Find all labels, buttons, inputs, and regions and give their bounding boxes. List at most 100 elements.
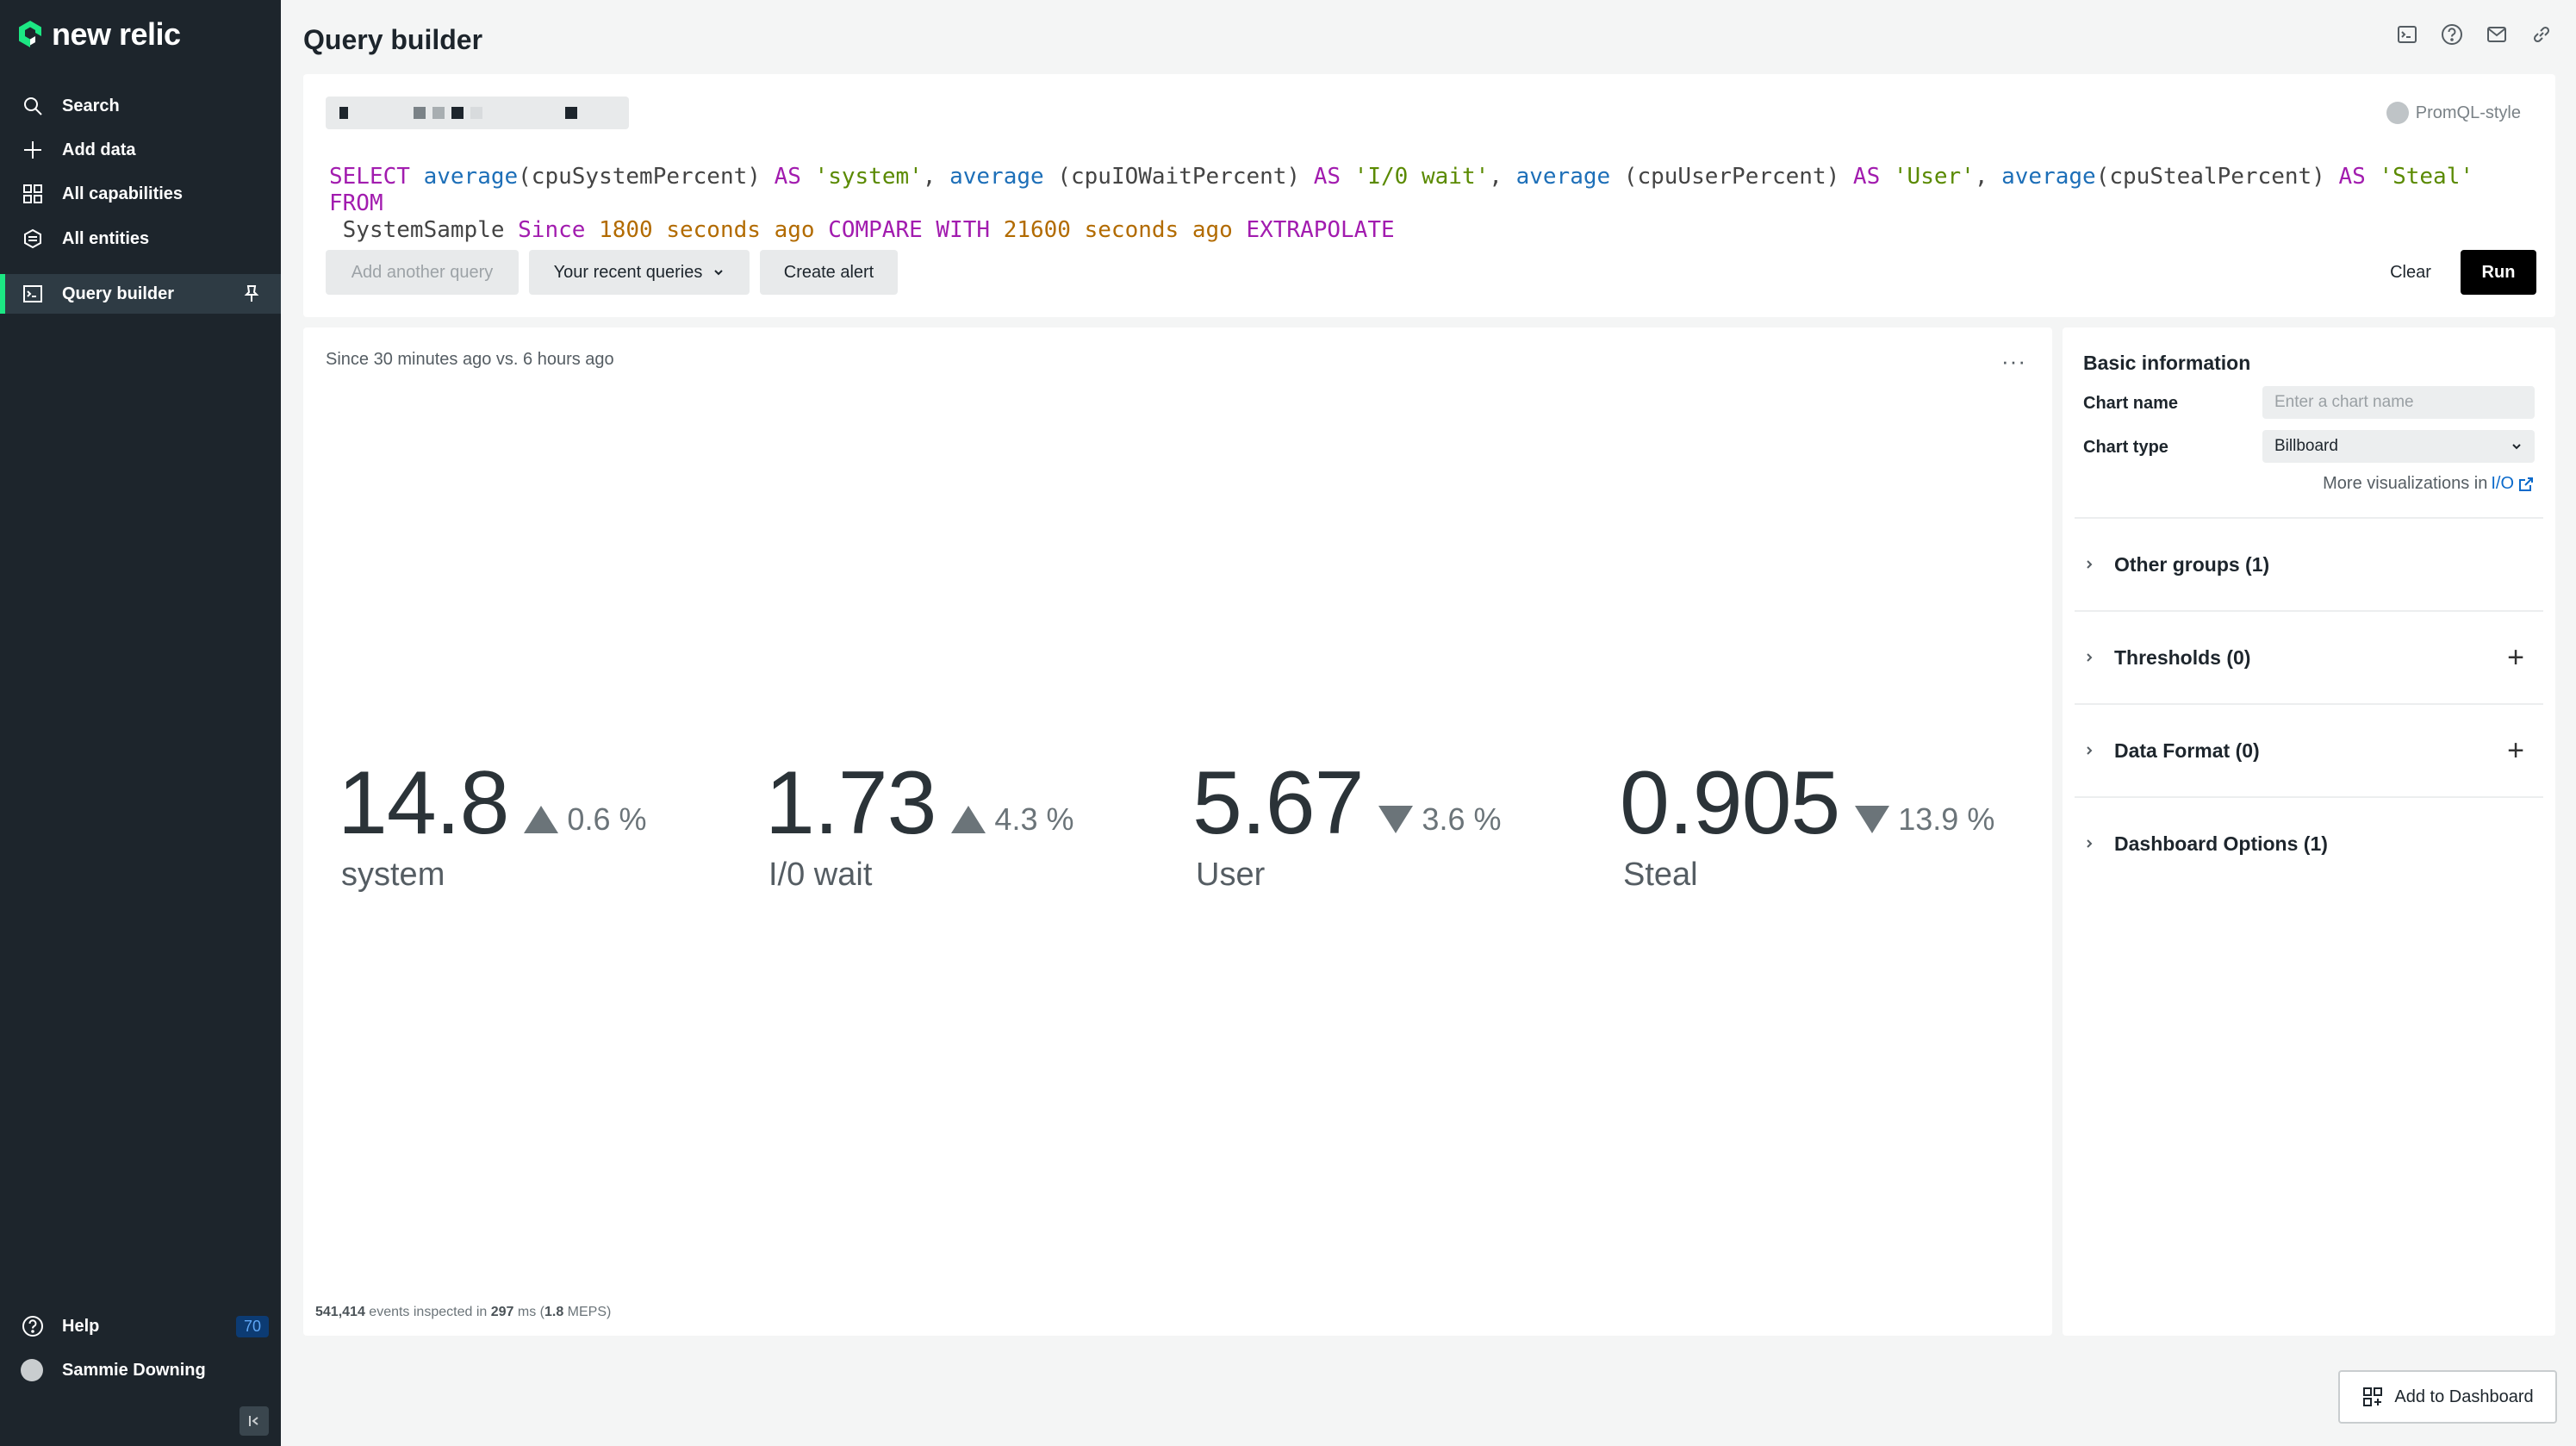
metric-change-percent: 3.6 % [1422,801,1502,837]
sidebar-item-label: Query builder [62,284,175,303]
new-relic-logo[interactable]: new relic [17,16,181,53]
new-relic-logo-icon [19,21,41,47]
nrql-token: AS [1313,164,1354,190]
nrql-token: , [1489,164,1516,190]
nrql-token: EXTRAPOLATE [1246,217,1395,243]
metric-label: Steal [1623,857,1698,893]
more-options-icon[interactable]: ··· [2001,348,2026,375]
promql-style-toggle[interactable]: PromQL-style [2386,102,2521,124]
triangle-down-icon [1378,806,1414,833]
redacted-block [432,107,445,119]
sidebar-item-user[interactable]: Sammie Downing [0,1350,281,1390]
nrql-token: average [423,164,519,190]
create-alert-button[interactable]: Create alert [760,250,898,295]
billboard-row: 0.905 13.9 % [1620,758,1994,848]
metric-value: 5.67 [1192,753,1364,853]
help-icon[interactable] [2438,21,2466,48]
nrql-token: (cpuStealPercent) [2095,164,2339,190]
metric-value: 14.8 [338,753,509,853]
sidebar-item-all-capabilities[interactable]: All capabilities [0,174,281,214]
metric-value: 1.73 [765,753,936,853]
chart-type-label: Chart type [2083,438,2168,457]
add-threshold-icon[interactable]: + [2507,641,2524,675]
sidebar-item-all-entities[interactable]: All entities [0,219,281,259]
avatar [21,1359,43,1381]
mail-icon[interactable] [2483,21,2511,48]
chevron-down-icon [714,270,724,276]
meps-text: MEPS) [563,1305,612,1319]
chart-type-value: Billboard [2274,437,2338,455]
io-link[interactable]: I/O [2491,474,2514,494]
collapse-sidebar-button[interactable] [240,1406,269,1436]
group-label: Thresholds (0) [2114,645,2251,669]
redacted-block [339,107,348,119]
nrql-token: 21600 seconds ago [1003,217,1247,243]
sidebar-item-search[interactable]: Search [0,86,281,126]
dashboard-options-section[interactable]: Dashboard Options (1) [2075,796,2543,889]
chart-card: Since 30 minutes ago vs. 6 hours ago ···… [303,327,2052,1336]
metric-change: 0.6 % [524,801,646,838]
group-label: Data Format (0) [2114,739,2260,762]
nrql-token: Since [518,217,600,243]
link-icon[interactable] [2528,21,2555,48]
billboard-metric: 0.905 13.9 % Steal [1620,758,1994,894]
query-stats: 541,414 events inspected in 297 ms (1.8 … [315,1305,611,1320]
page-title: Query builder [303,24,483,55]
entities-icon [21,227,45,251]
more-visualizations: More visualizations in I/O [2323,474,2535,494]
add-to-dashboard-button[interactable]: Add to Dashboard [2338,1370,2557,1424]
nrql-token: 'Steal' [2379,164,2474,190]
thresholds-section[interactable]: Thresholds (0) + [2075,610,2543,703]
clear-button[interactable]: Clear [2374,250,2447,295]
data-format-section[interactable]: Data Format (0) + [2075,703,2543,796]
add-another-query-button[interactable]: Add another query [326,250,519,295]
chart-name-input[interactable]: Enter a chart name [2262,386,2535,419]
metric-label: I/0 wait [768,857,873,893]
sidebar-item-label: Help [62,1316,100,1336]
run-button[interactable]: Run [2461,250,2536,295]
add-data-format-icon[interactable]: + [2507,734,2524,768]
metric-value: 0.905 [1620,753,1840,853]
query-duration: 297 [490,1305,514,1319]
recent-queries-dropdown[interactable]: Your recent queries [529,250,750,295]
basic-information-title: Basic information [2083,352,2251,374]
group-label: Other groups (1) [2114,552,2270,576]
meps-value: 1.8 [544,1305,564,1319]
user-name: Sammie Downing [62,1360,206,1380]
events-text: events inspected in [364,1305,491,1319]
chart-config-panel: Basic information Chart name Enter a cha… [2063,327,2555,1336]
sidebar-item-label: Search [62,96,120,115]
external-link-icon[interactable] [2517,476,2535,493]
pin-icon[interactable] [240,282,264,306]
chevron-right-icon [2083,745,2100,757]
header-actions [2393,21,2555,48]
nrql-token: 1800 seconds ago [599,217,829,243]
sidebar-item-add-data[interactable]: Add data [0,130,281,170]
chart-type-select[interactable]: Billboard [2262,430,2535,463]
sidebar-item-label: All entities [62,228,150,248]
billboard-row: 5.67 3.6 % [1192,758,1501,848]
other-groups-section[interactable]: Other groups (1) [2075,517,2543,610]
help-count-badge: 70 [235,1315,269,1337]
sidebar-item-help[interactable]: Help 70 [0,1306,281,1346]
time-range-label: Since 30 minutes ago vs. 6 hours ago [326,350,614,369]
metric-change-percent: 13.9 % [1898,801,1995,837]
billboard-row: 14.8 0.6 % [338,758,646,848]
dashboard-add-icon [2363,1387,2383,1406]
nrql-query-input[interactable]: SELECT average(cpuSystemPercent) AS 'sys… [329,164,2535,244]
nrql-token: (cpuUserPercent) [1610,164,1853,190]
terminal-icon[interactable] [2393,21,2421,48]
billboard-row: 1.73 4.3 % [765,758,1073,848]
nrql-token: COMPARE WITH [828,217,1004,243]
billboard-metric: 14.8 0.6 % system [338,758,646,894]
query-editor-panel: PromQL-style SELECT average(cpuSystemPer… [303,74,2555,317]
group-label: Dashboard Options (1) [2114,832,2328,855]
sidebar-item-query-builder[interactable]: Query builder [0,274,281,314]
nrql-token: 'I/0 wait' [1353,164,1490,190]
account-selector[interactable] [326,97,629,129]
logo-text: new relic [52,16,181,52]
metric-change: 3.6 % [1378,801,1501,838]
nrql-token: average [1515,164,1611,190]
chevron-right-icon [2083,651,2100,664]
nrql-token: SystemSample [342,217,505,243]
